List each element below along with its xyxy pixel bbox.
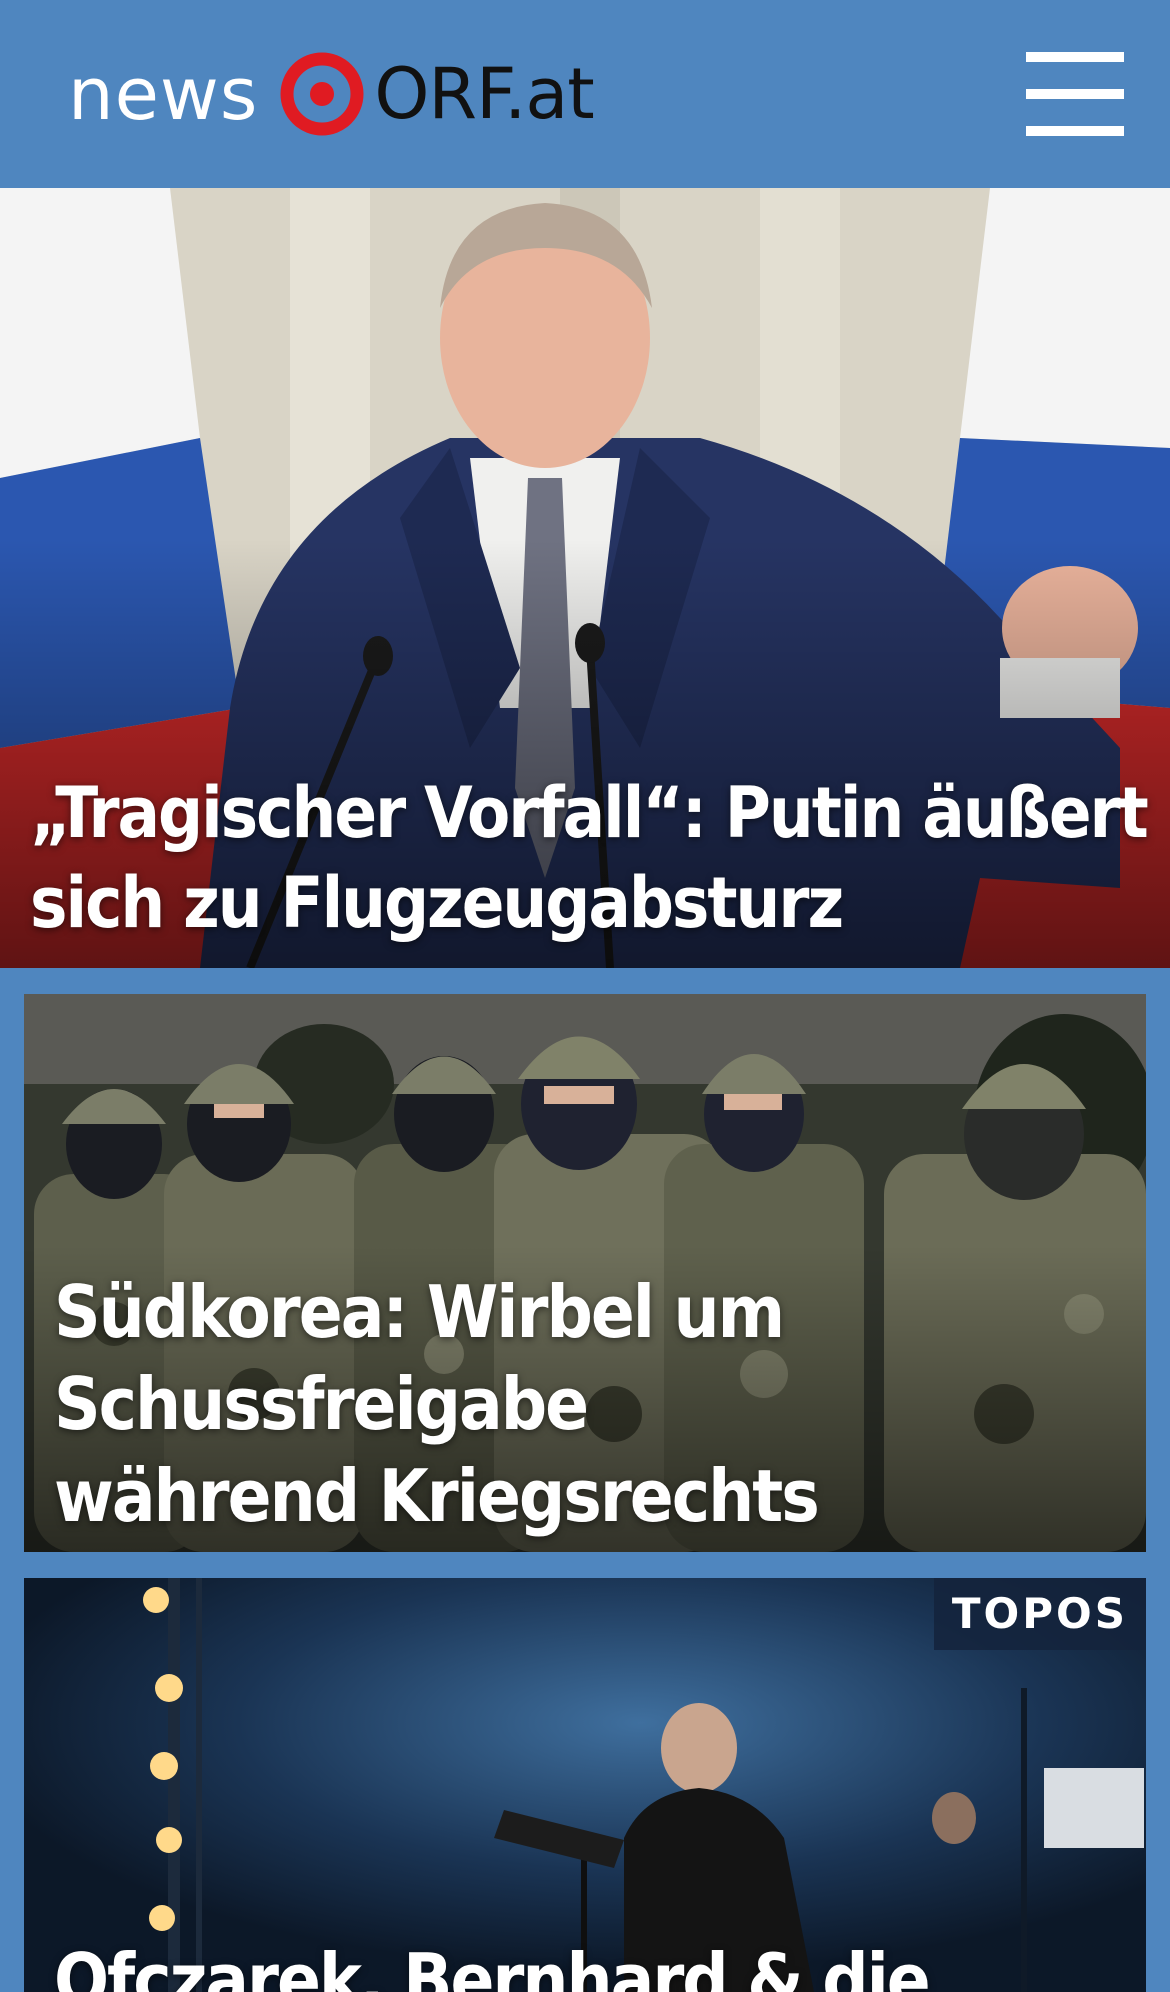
logo-orf-text: ORF.at (374, 53, 594, 135)
article-headline: Südkorea: Wirbel um Schussfreigabe währe… (54, 1270, 820, 1538)
article-headline: Ofczarek, Bernhard & die (54, 1938, 931, 1992)
section-badge: TOPOS (933, 1578, 1146, 1650)
article-card[interactable]: TOPOS Ofczarek, Bernhard & die (24, 1578, 1146, 1992)
site-header: news ORF.at (0, 0, 1170, 188)
orf-news-logo[interactable]: news ORF.at (68, 48, 595, 140)
article-headline: „Tragischer Vorfall“: Putin äußert sich … (30, 772, 1149, 944)
logo-news-text: news (68, 52, 259, 136)
article-card-hero[interactable]: „Tragischer Vorfall“: Putin äußert sich … (0, 188, 1170, 968)
hamburger-menu-icon[interactable] (1026, 52, 1124, 136)
article-card[interactable]: Südkorea: Wirbel um Schussfreigabe währe… (24, 994, 1146, 1552)
orf-logo-ring-icon (280, 52, 364, 136)
